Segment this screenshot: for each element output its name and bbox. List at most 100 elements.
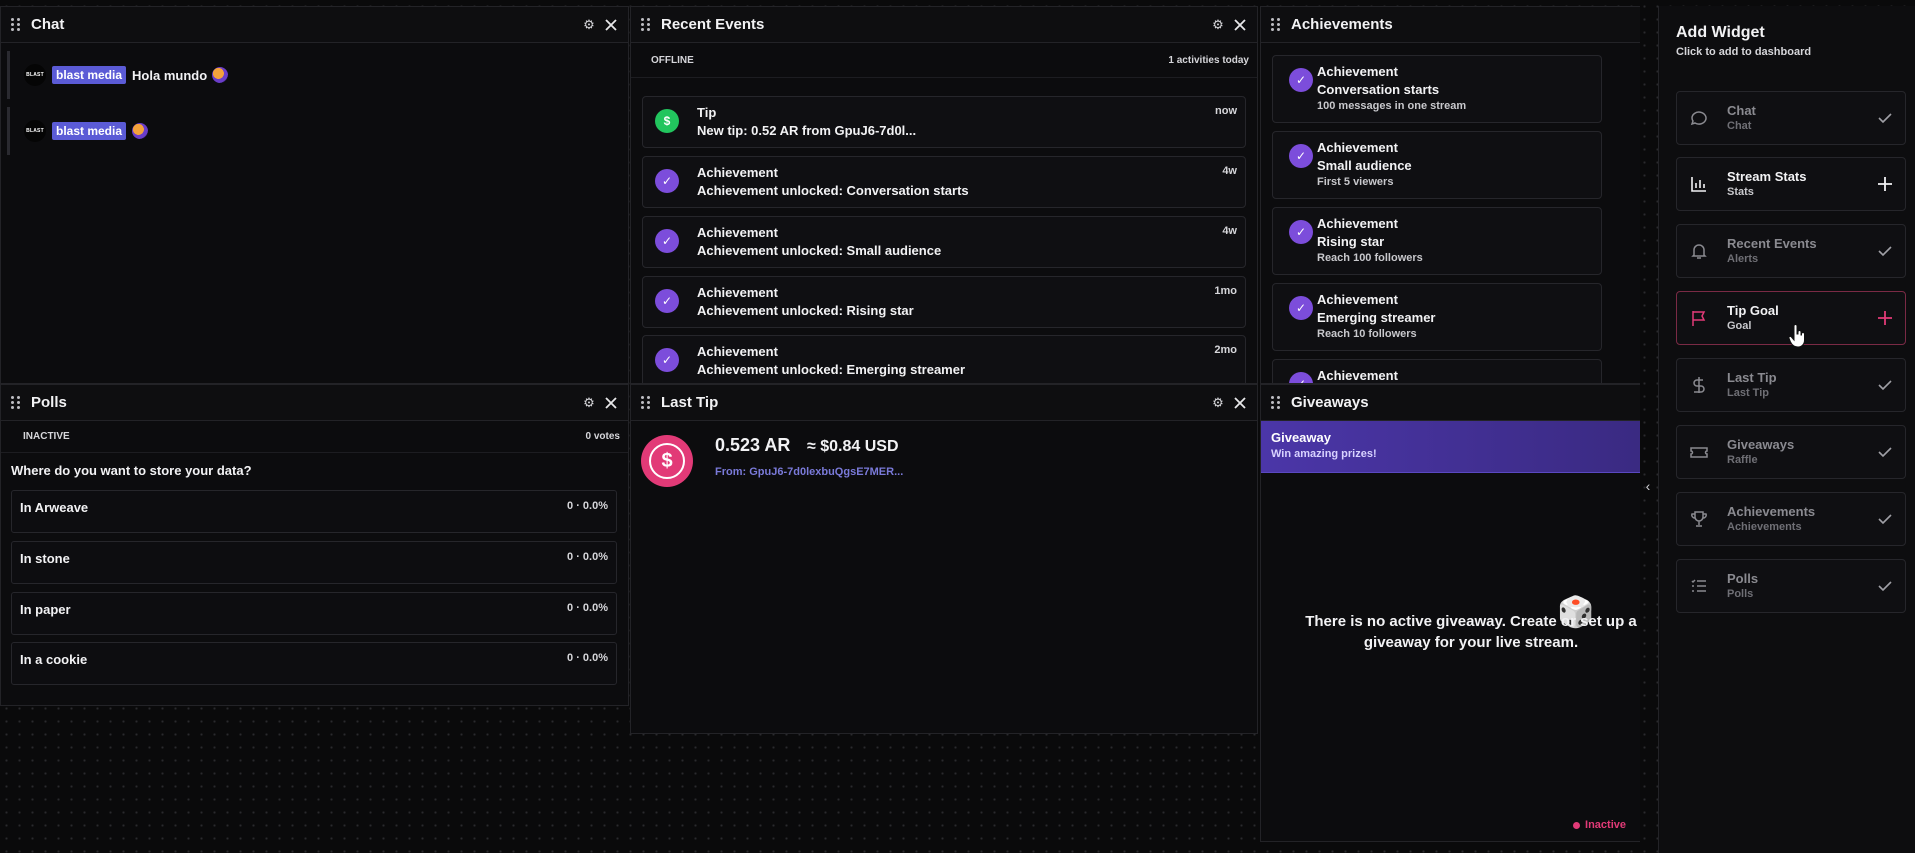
hand-cursor-icon: [1788, 324, 1805, 348]
chat-text: Hola mundo: [132, 67, 208, 83]
event-item[interactable]: ✓ Achievement Achievement unlocked: Conv…: [642, 156, 1246, 208]
giveaway-status: Inactive: [1573, 819, 1626, 831]
settings-gear-icon[interactable]: ⚙: [580, 394, 598, 412]
widget-card-recent-events[interactable]: Recent Events Alerts: [1676, 224, 1906, 278]
event-desc: Achievement unlocked: Emerging streamer: [697, 362, 966, 377]
polls-title: Polls: [31, 394, 67, 411]
event-item[interactable]: ✓ Achievement Achievement unlocked: Emer…: [642, 335, 1246, 383]
poll-option[interactable]: In paper 0 · 0.0%: [11, 592, 617, 635]
widget-card-giveaways[interactable]: Giveaways Raffle: [1676, 425, 1906, 479]
drag-handle-icon[interactable]: [1271, 17, 1281, 32]
collapse-sidebar-icon[interactable]: ‹: [1639, 474, 1657, 498]
drag-handle-icon[interactable]: [641, 395, 651, 410]
widget-card-achievements[interactable]: Achievements Achievements: [1676, 492, 1906, 546]
poll-option-label: In paper: [20, 602, 71, 617]
drag-handle-icon[interactable]: [11, 395, 21, 410]
widget-name: Tip Goal: [1727, 303, 1779, 318]
poll-option[interactable]: In Arweave 0 · 0.0%: [11, 490, 617, 533]
achievement-card[interactable]: ✓ Achievement Rising star Reach 100 foll…: [1272, 207, 1602, 275]
giveaways-title: Giveaways: [1291, 394, 1369, 411]
check-icon: ✓: [655, 289, 679, 313]
sidebar-title: Add Widget: [1676, 24, 1765, 41]
settings-gear-icon[interactable]: ⚙: [580, 16, 598, 34]
event-item[interactable]: $ Tip New tip: 0.52 AR from GpuJ6-7d0l..…: [642, 96, 1246, 148]
bell-icon: [1691, 244, 1707, 259]
widget-name: Polls: [1727, 571, 1759, 586]
poll-option-value: 0 · 0.0%: [567, 652, 608, 664]
close-icon[interactable]: [602, 394, 620, 412]
poll-option[interactable]: In stone 0 · 0.0%: [11, 541, 617, 584]
tip-from[interactable]: From: GpuJ6-7d0lexbuQgsE7MER...: [715, 466, 903, 478]
chat-bubble-icon: [1690, 111, 1707, 126]
close-icon[interactable]: [1231, 16, 1249, 34]
event-type: Achievement: [697, 285, 778, 300]
poll-status-row: INACTIVE 0 votes: [1, 421, 628, 453]
close-icon[interactable]: [602, 16, 620, 34]
polls-widget: Polls ⚙ INACTIVE 0 votes Where do you wa…: [0, 384, 629, 706]
last-tip-widget: Last Tip ⚙ $ 0.523 AR ≈ $0.84 USD From: …: [630, 384, 1258, 734]
ticket-icon: [1690, 447, 1708, 458]
widget-card-last-tip[interactable]: Last Tip Last Tip: [1676, 358, 1906, 412]
event-item[interactable]: ✓ Achievement Achievement unlocked: Risi…: [642, 276, 1246, 328]
achievement-card[interactable]: ✓ Achievement Emerging streamer Reach 10…: [1272, 283, 1602, 351]
achievement-label: Achievement: [1317, 292, 1398, 307]
poll-option-value: 0 · 0.0%: [567, 500, 608, 512]
widget-card-chat[interactable]: Chat Chat: [1676, 91, 1906, 145]
event-desc: New tip: 0.52 AR from GpuJ6-7d0l...: [697, 123, 917, 138]
chat-username[interactable]: blast media: [52, 66, 127, 84]
achievement-desc: Reach 100 followers: [1317, 252, 1423, 264]
avatar: BLAST: [24, 64, 46, 86]
poll-option-value: 0 · 0.0%: [567, 551, 608, 563]
achievement-card[interactable]: ✓ Achievement: [1272, 359, 1602, 383]
check-icon: ✓: [1289, 372, 1313, 383]
achievement-desc: First 5 viewers: [1317, 176, 1394, 188]
settings-gear-icon[interactable]: ⚙: [1209, 394, 1227, 412]
check-icon: ✓: [655, 169, 679, 193]
giveaways-widget: Giveaways Giveaway Win amazing prizes! 🎲…: [1260, 384, 1640, 842]
achievement-card[interactable]: ✓ Achievement Conversation starts 100 me…: [1272, 55, 1602, 123]
dollar-glyph: $: [649, 443, 685, 479]
widget-category: Last Tip: [1727, 387, 1769, 399]
poll-question: Where do you want to store your data?: [11, 463, 252, 478]
recent-events-header: Recent Events ⚙: [631, 7, 1257, 43]
tip-amount: 0.523 AR: [715, 435, 791, 455]
achievement-label: Achievement: [1317, 216, 1398, 231]
achievements-header: Achievements: [1261, 7, 1640, 43]
poll-option[interactable]: In a cookie 0 · 0.0%: [11, 642, 617, 685]
achievement-name: Small audience: [1317, 158, 1412, 173]
plus-icon[interactable]: [1875, 308, 1895, 328]
check-icon: [1878, 514, 1892, 525]
achievements-widget: Achievements ✓ Achievement Conversation …: [1260, 6, 1640, 384]
chat-message: BLAST blast media: [7, 107, 628, 155]
widget-name: Achievements: [1727, 504, 1816, 519]
achievement-name: Emerging streamer: [1317, 310, 1436, 325]
plus-icon[interactable]: [1875, 174, 1895, 194]
poll-status: INACTIVE: [23, 431, 70, 442]
event-time: 4w: [1222, 225, 1237, 237]
event-time: 1mo: [1214, 285, 1237, 297]
events-status-row: OFFLINE 1 activities today: [631, 43, 1257, 78]
widget-category: Alerts: [1727, 253, 1759, 265]
check-icon: [1878, 380, 1892, 391]
close-icon[interactable]: [1231, 394, 1249, 412]
widget-card-stream-stats[interactable]: Stream Stats Stats: [1676, 157, 1906, 211]
check-icon: ✓: [1289, 220, 1313, 244]
drag-handle-icon[interactable]: [641, 17, 651, 32]
widget-category: Polls: [1727, 588, 1754, 600]
avatar: BLAST: [24, 120, 46, 142]
event-type: Tip: [697, 105, 717, 120]
drag-handle-icon[interactable]: [11, 17, 21, 32]
achievement-label: Achievement: [1317, 368, 1398, 383]
check-icon: [1878, 113, 1892, 124]
widget-category: Stats: [1727, 186, 1754, 198]
settings-gear-icon[interactable]: ⚙: [1209, 16, 1227, 34]
widget-card-polls[interactable]: Polls Polls: [1676, 559, 1906, 613]
dollar-icon: $: [641, 435, 693, 487]
achievement-card[interactable]: ✓ Achievement Small audience First 5 vie…: [1272, 131, 1602, 199]
dollar-icon: [1693, 377, 1705, 393]
drag-handle-icon[interactable]: [1271, 395, 1281, 410]
chat-username[interactable]: blast media: [52, 122, 127, 140]
event-item[interactable]: ✓ Achievement Achievement unlocked: Smal…: [642, 216, 1246, 268]
widget-name: Stream Stats: [1727, 169, 1807, 184]
event-time: 2mo: [1214, 344, 1237, 356]
